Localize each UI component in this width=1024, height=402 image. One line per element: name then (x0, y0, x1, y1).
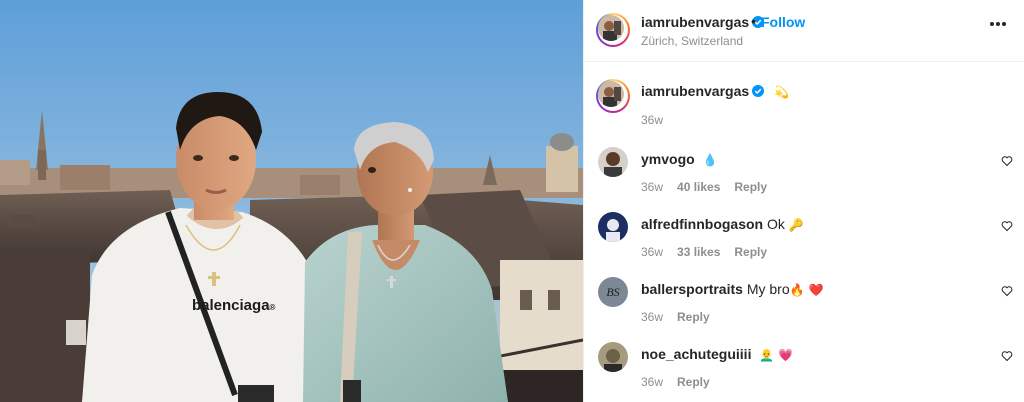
comments-list: iamrubenvargas 💫 36w ymvogo 💧 36w 40 like… (584, 62, 1024, 389)
author-username[interactable]: iamrubenvargas (641, 14, 765, 30)
comment-item: alfredfinnbogason Ok 🔑 36w 33 likes Reply (584, 212, 1024, 272)
commenter-username[interactable]: ymvogo (641, 151, 695, 167)
follow-button[interactable]: Follow (761, 14, 805, 30)
reply-button[interactable]: Reply (734, 245, 767, 259)
caption-author-avatar[interactable] (596, 79, 630, 113)
caption-username[interactable]: iamrubenvargas (641, 83, 749, 99)
author-avatar[interactable] (596, 13, 630, 47)
commenter-username[interactable]: noe_achuteguiiii (641, 346, 751, 362)
commenter-avatar[interactable] (598, 212, 628, 242)
caption-text: iamrubenvargas 💫 (641, 83, 789, 99)
caption-emoji: 💫 (774, 85, 790, 99)
comment-text: alfredfinnbogason Ok 🔑 (641, 216, 804, 232)
comment-emoji: 👨‍🦲 (759, 348, 775, 362)
caption-timestamp[interactable]: 36w (641, 113, 663, 127)
comment-timestamp[interactable]: 36w (641, 245, 663, 259)
comment-emoji-heart: 💗 (778, 348, 794, 362)
post-header: iamrubenvargas • Follow Zürich, Switzerl… (584, 0, 1024, 62)
comment-item: BS ballersportraits My bro🔥 ❤️ 36w Reply (584, 277, 1024, 337)
comment-emoji-heart: ❤️ (808, 283, 824, 297)
comment-text: ballersportraits My bro🔥 ❤️ (641, 281, 823, 297)
comment-likes[interactable]: 40 likes (677, 180, 720, 194)
avatar-photo (598, 15, 624, 41)
comment-item: noe_achuteguiiii 👨‍🦲 💗 36w Reply (584, 342, 1024, 402)
like-heart-icon[interactable] (1001, 220, 1013, 232)
post-location[interactable]: Zürich, Switzerland (641, 34, 743, 48)
post-caption: iamrubenvargas 💫 36w (584, 62, 1024, 130)
comment-text: ymvogo 💧 (641, 151, 718, 167)
author-username-text[interactable]: iamrubenvargas (641, 14, 749, 30)
comment-timestamp[interactable]: 36w (641, 310, 663, 324)
post-side-panel: iamrubenvargas • Follow Zürich, Switzerl… (583, 0, 1024, 402)
like-heart-icon[interactable] (1001, 350, 1013, 362)
comment-body: Ok (767, 216, 785, 232)
separator-dot: • (751, 13, 756, 29)
commenter-username[interactable]: alfredfinnbogason (641, 216, 763, 232)
reply-button[interactable]: Reply (677, 375, 710, 389)
shirt-print: balenciaga® (192, 297, 276, 314)
avatar-photo (598, 81, 624, 107)
commenter-avatar[interactable] (598, 147, 628, 177)
verified-badge-icon (752, 85, 765, 97)
comment-meta: 36w Reply (641, 375, 724, 389)
like-heart-icon[interactable] (1001, 285, 1013, 297)
comment-meta: 36w Reply (641, 310, 724, 324)
like-heart-icon[interactable] (1001, 155, 1013, 167)
comment-emoji: 🔥 (789, 283, 805, 297)
comment-emoji: 💧 (702, 153, 718, 167)
comment-body: My bro (746, 281, 790, 297)
commenter-avatar[interactable]: BS (598, 277, 628, 307)
reply-button[interactable]: Reply (677, 310, 710, 324)
commenter-avatar[interactable] (598, 342, 628, 372)
more-options-icon[interactable] (990, 22, 1006, 26)
comment-meta: 36w 33 likes Reply (641, 245, 781, 259)
comment-meta: 36w 40 likes Reply (641, 180, 781, 194)
commenter-username[interactable]: ballersportraits (641, 281, 743, 297)
comment-timestamp[interactable]: 36w (641, 180, 663, 194)
comment-text: noe_achuteguiiii 👨‍🦲 💗 (641, 346, 793, 362)
avatar-monogram: BS (606, 285, 619, 299)
comment-item: ymvogo 💧 36w 40 likes Reply (584, 147, 1024, 207)
comment-emoji: 🔑 (788, 218, 804, 232)
comment-likes[interactable]: 33 likes (677, 245, 720, 259)
comment-timestamp[interactable]: 36w (641, 375, 663, 389)
post-photo[interactable]: balenciaga® (0, 0, 583, 402)
reply-button[interactable]: Reply (734, 180, 767, 194)
